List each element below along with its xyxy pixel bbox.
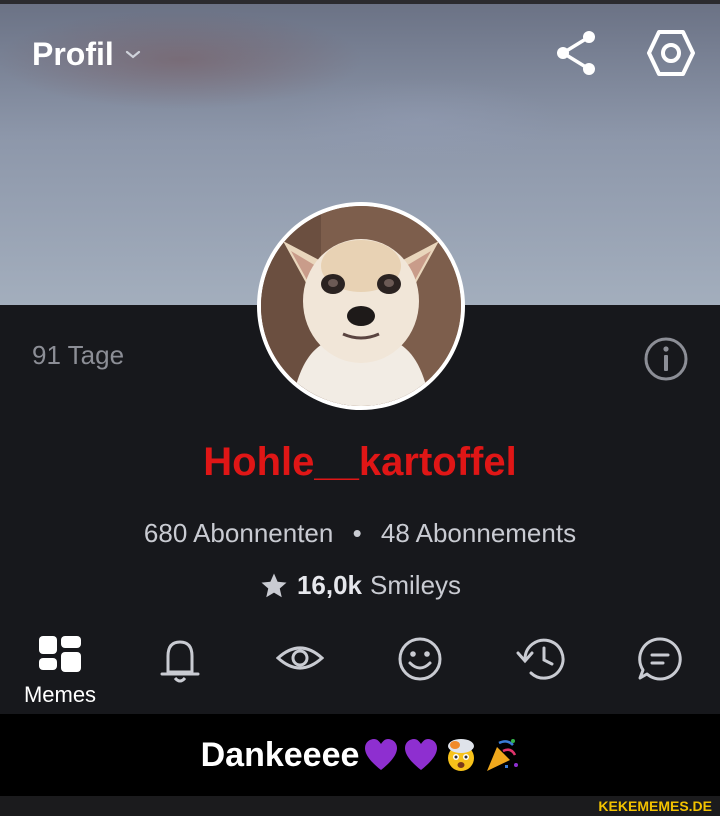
followers-link[interactable]: 680 Abonnenten <box>144 518 333 548</box>
history-icon <box>516 638 565 680</box>
chevron-down-icon <box>125 50 140 58</box>
share-button[interactable] <box>551 28 601 78</box>
tab-notifications[interactable] <box>130 630 230 714</box>
purple-heart-icon <box>405 739 438 770</box>
meme-caption: Dankeeee <box>0 714 720 796</box>
tab-smileys[interactable] <box>370 630 470 714</box>
chihuahua-avatar-image <box>261 206 461 406</box>
watermark: KEKEMEMES.DE <box>598 798 712 814</box>
star-icon <box>261 573 287 597</box>
info-icon[interactable] <box>642 335 690 383</box>
following-link[interactable]: 48 Abonnements <box>381 518 576 548</box>
smiley-icon <box>398 637 442 681</box>
smileys-label: Smileys <box>370 570 462 600</box>
caption-text: Dankeeee <box>200 735 360 774</box>
tab-history[interactable] <box>490 630 590 714</box>
tab-memes-label: Memes <box>23 682 97 707</box>
eye-icon <box>276 646 324 670</box>
status-strip <box>0 0 720 4</box>
account-age: 91 Tage <box>32 340 125 370</box>
tab-comments[interactable] <box>610 630 710 714</box>
purple-heart-icon <box>365 739 398 770</box>
username: Hohle__kartoffel <box>203 440 517 484</box>
profile-title-dropdown[interactable]: Profil <box>32 36 142 73</box>
gear-icon <box>647 30 695 76</box>
comment-icon <box>638 637 682 681</box>
page-title: Profil <box>32 36 114 72</box>
bell-icon <box>160 640 200 683</box>
party-popper-icon <box>487 739 519 771</box>
tab-viewed[interactable] <box>250 630 350 714</box>
profile-screen: Profil 91 Tage Hohle__kartoffel 680 Abon… <box>0 0 720 816</box>
smileys-count: 16,0k <box>296 570 363 600</box>
profile-tab-bar: Memes <box>0 630 720 714</box>
separator-dot: • <box>352 518 362 548</box>
tab-memes[interactable]: Memes <box>10 630 110 714</box>
share-icon <box>557 31 595 75</box>
grid-icon <box>39 636 81 672</box>
avatar[interactable] <box>257 202 465 410</box>
smileys-stat: 16,0k Smileys <box>0 570 720 601</box>
settings-button[interactable] <box>646 28 696 78</box>
follow-stats: 680 Abonnenten • 48 Abonnements <box>0 518 720 549</box>
exploding-head-icon <box>448 739 475 771</box>
